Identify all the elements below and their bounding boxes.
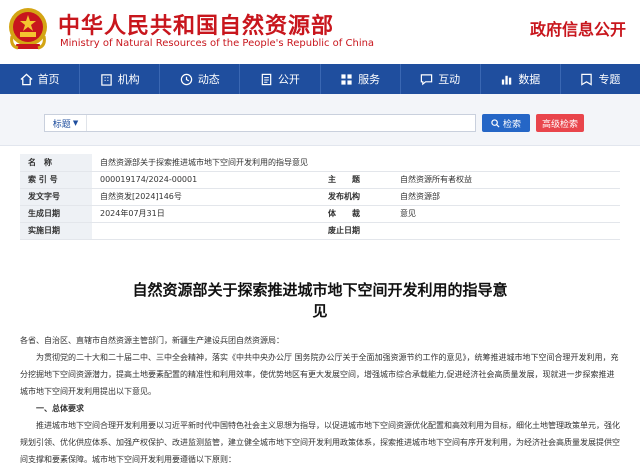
nav-label: 专题 — [598, 73, 621, 86]
site-title[interactable]: 中华人民共和国自然资源部 — [58, 8, 334, 40]
nav-label: 首页 — [37, 73, 60, 86]
table-row: 生成日期 2024年07月31日 体 裁 意见 — [20, 205, 620, 223]
meta-key: 体 裁 — [320, 205, 392, 223]
meta-value-org: 自然资源部 — [392, 188, 620, 206]
document-title: 自然资源部关于探索推进城市地下空间开发利用的指导意 见 — [100, 280, 540, 322]
meta-key: 主 题 — [320, 171, 392, 189]
news-icon — [180, 73, 193, 85]
nav-label: 互动 — [438, 73, 461, 86]
nav-item-disclosure[interactable]: 公开 — [240, 64, 321, 94]
nav-item-interaction[interactable]: 互动 — [401, 64, 481, 94]
grid-icon — [341, 73, 352, 85]
home-icon — [20, 73, 33, 85]
chat-icon — [420, 73, 433, 85]
section-title[interactable]: 政府信息公开 — [530, 16, 626, 40]
meta-value-impl-date — [92, 222, 320, 240]
nav-item-data[interactable]: 数据 — [481, 64, 561, 94]
meta-key: 发文字号 — [20, 188, 92, 206]
nav-item-service[interactable]: 服务 — [321, 64, 401, 94]
search-input[interactable] — [87, 115, 475, 131]
table-row: 索 引 号 000019174/2024-00001 主 题 自然资源所有者权益 — [20, 171, 620, 189]
search-button-label: 检索 — [502, 119, 521, 130]
topic-icon — [581, 73, 593, 86]
table-row: 发文字号 自然资发[2024]146号 发布机构 自然资源部 — [20, 188, 620, 206]
meta-value-index: 000019174/2024-00001 — [92, 171, 320, 189]
search-type-select[interactable]: 标题 ▼ — [45, 115, 87, 131]
document-salutation: 各省、自治区、直辖市自然资源主管部门，新疆生产建设兵团自然资源局： — [20, 336, 284, 345]
document-title-line: 见 — [312, 302, 328, 320]
advanced-search-button[interactable]: 高级检索 — [536, 114, 584, 132]
meta-key: 生成日期 — [20, 205, 92, 223]
building-icon — [100, 73, 112, 86]
nav-item-news[interactable]: 动态 — [160, 64, 241, 94]
document-icon — [261, 73, 272, 85]
nav-item-home[interactable]: 首页 — [0, 64, 81, 94]
search-bar: 标题 ▼ 检索 高级检索 — [0, 94, 640, 146]
nav-label: 机构 — [117, 73, 140, 86]
nav-item-topic[interactable]: 专题 — [561, 64, 640, 94]
meta-value-repeal-date — [392, 222, 620, 240]
nav-label: 动态 — [197, 73, 220, 86]
document-title-line: 自然资源部关于探索推进城市地下空间开发利用的指导意 — [132, 281, 508, 299]
meta-key: 发布机构 — [320, 188, 392, 206]
national-emblem-icon[interactable] — [6, 6, 50, 52]
nav-label: 公开 — [277, 73, 300, 86]
chevron-down-icon: ▼ — [72, 119, 79, 127]
search-type-label: 标题 — [52, 119, 71, 130]
meta-key: 索 引 号 — [20, 171, 92, 189]
table-row: 实施日期 废止日期 — [20, 222, 620, 240]
meta-key: 名 称 — [20, 154, 92, 172]
meta-value-genre: 意见 — [392, 205, 620, 223]
search-button[interactable]: 检索 — [482, 114, 530, 132]
meta-value-topic: 自然资源所有者权益 — [392, 171, 620, 189]
nav-item-organization[interactable]: 机构 — [80, 64, 161, 94]
meta-value-name: 自然资源部关于探索推进城市地下空间开发利用的指导意见 — [92, 154, 620, 172]
table-row: 名 称 自然资源部关于探索推进城市地下空间开发利用的指导意见 — [20, 154, 620, 172]
document-meta-table: 名 称 自然资源部关于探索推进城市地下空间开发利用的指导意见 索 引 号 000… — [20, 154, 620, 240]
meta-value-date: 2024年07月31日 — [92, 205, 320, 223]
search-icon — [491, 118, 500, 128]
site-header: 中华人民共和国自然资源部 Ministry of Natural Resourc… — [0, 0, 640, 64]
main-nav: 首页 机构 动态 公开 服务 互动 数据 专题 — [0, 64, 640, 94]
section-heading: 一、总体要求 — [36, 404, 84, 413]
search-box: 标题 ▼ — [44, 114, 476, 132]
meta-key: 废止日期 — [320, 222, 392, 240]
advanced-search-label: 高级检索 — [541, 119, 578, 130]
document-paragraph: 为贯彻党的二十大和二十届二中、三中全会精神，落实《中共中央办公厅 国务院办公厅关… — [20, 353, 619, 396]
site-title-en: Ministry of Natural Resources of the Peo… — [60, 38, 375, 49]
document-paragraph: 推进城市地下空间合理开发利用要以习近平新时代中国特色社会主义思想为指导，以促进城… — [20, 421, 620, 464]
bar-chart-icon — [502, 75, 512, 85]
nav-label: 数据 — [518, 73, 541, 86]
nav-label: 服务 — [358, 73, 381, 86]
meta-value-doc-no: 自然资发[2024]146号 — [92, 188, 320, 206]
meta-key: 实施日期 — [20, 222, 92, 240]
